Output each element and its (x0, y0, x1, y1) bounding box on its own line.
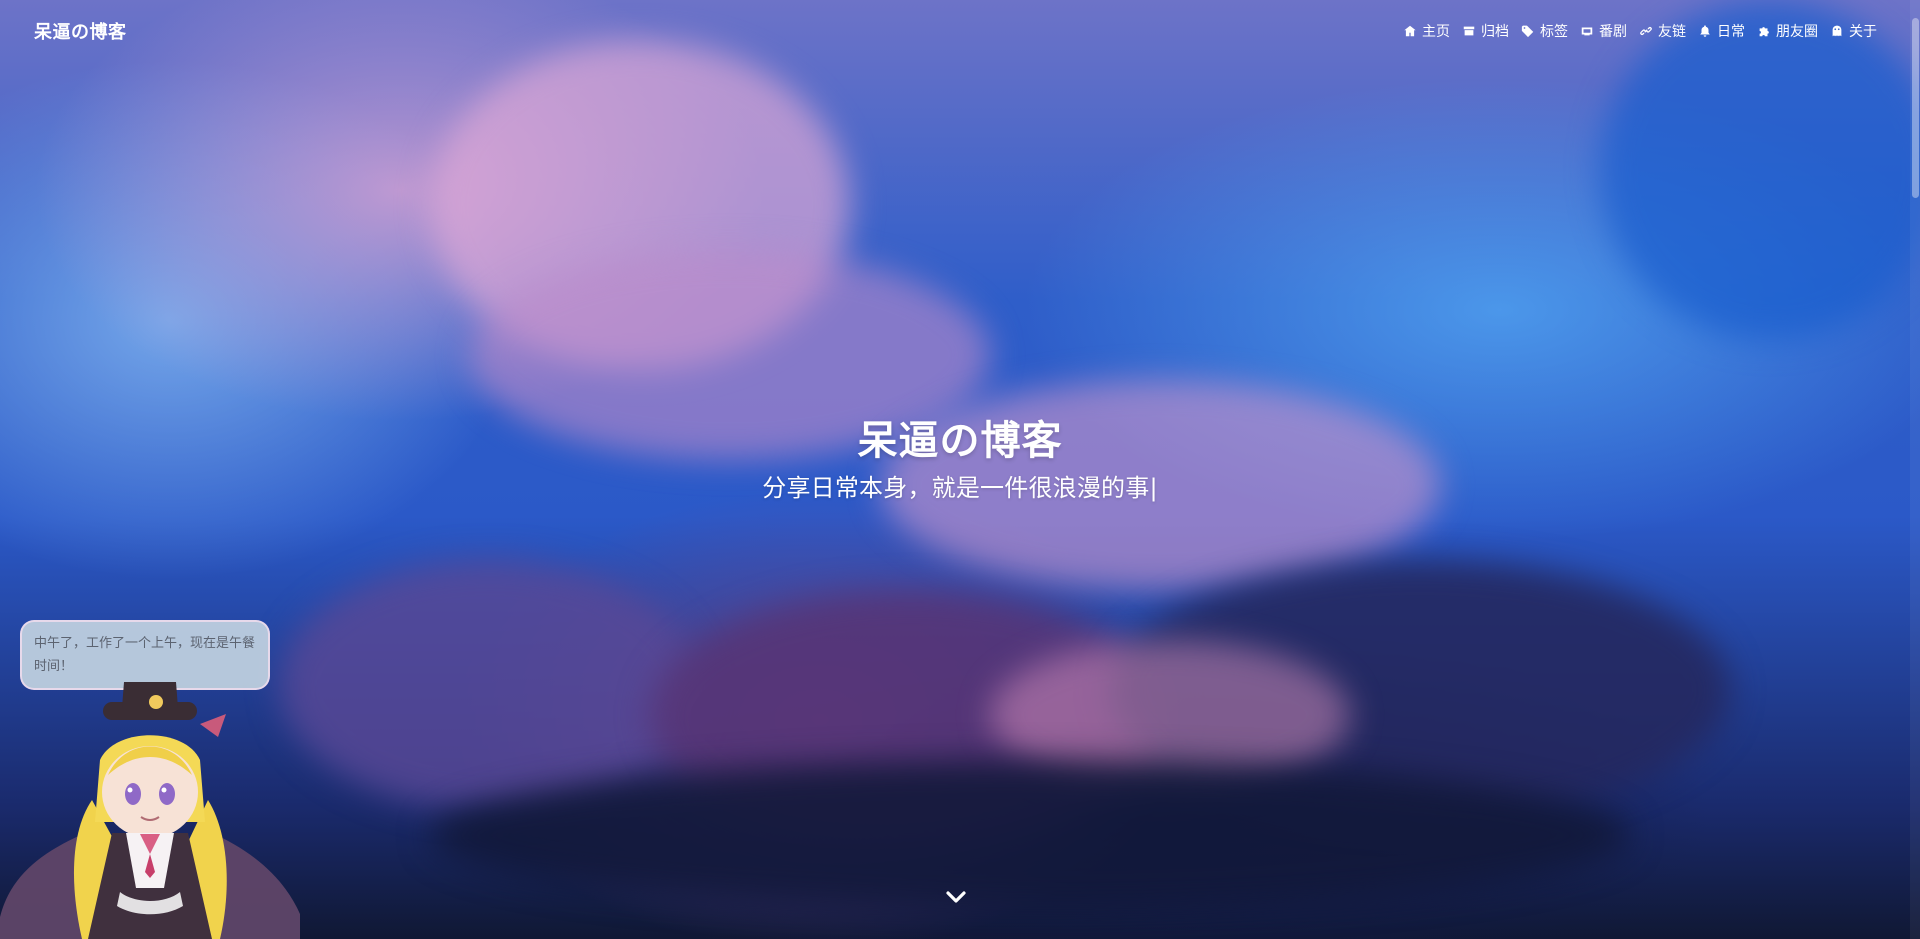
mascot-speech-bubble: 中午了，工作了一个上午，现在是午餐时间！ (20, 620, 270, 690)
nav-archive-label: 归档 (1481, 24, 1509, 40)
nav-daily[interactable]: 日常 (1698, 21, 1745, 41)
vertical-scrollbar[interactable] (1910, 0, 1920, 939)
home-icon (1403, 24, 1417, 38)
chevron-down-icon (946, 891, 966, 903)
nav-tags-label: 标签 (1540, 24, 1568, 40)
mascot-speech-text: 中午了，工作了一个上午，现在是午餐时间！ (34, 636, 256, 674)
nav-about[interactable]: 关于 (1830, 21, 1877, 41)
nav-links-label: 友链 (1658, 24, 1686, 40)
nav-anime-label: 番剧 (1599, 24, 1627, 40)
puzzle-icon (1757, 24, 1771, 38)
archive-icon (1462, 24, 1476, 38)
nav-friends-label: 朋友圈 (1776, 24, 1818, 40)
anime-icon (1580, 24, 1594, 38)
page-subtitle: 分享日常本身，就是一件很浪漫的事| (762, 474, 1158, 502)
top-navbar: 呆逼の博客 主页 归档 标签 番剧 友链 日常 朋友圈 关于 (0, 0, 1920, 62)
cloud-4 (280, 560, 700, 810)
page-title: 呆逼の博客 (857, 418, 1063, 464)
bell-icon (1698, 24, 1712, 38)
mascot-character[interactable] (0, 682, 300, 939)
scroll-down-button[interactable] (945, 888, 967, 906)
nav-friends[interactable]: 朋友圈 (1757, 21, 1818, 41)
nav-anime[interactable]: 番剧 (1580, 21, 1627, 41)
tags-icon (1521, 24, 1535, 38)
nav-about-label: 关于 (1849, 24, 1877, 40)
nav-archive[interactable]: 归档 (1462, 21, 1509, 41)
nav-home[interactable]: 主页 (1403, 21, 1450, 41)
ghost-icon (1830, 24, 1844, 38)
cloud-9 (430, 760, 1630, 910)
nav-home-label: 主页 (1422, 24, 1450, 40)
main-menu: 主页 归档 标签 番剧 友链 日常 朋友圈 关于 (1403, 21, 1877, 41)
nav-daily-label: 日常 (1717, 24, 1745, 40)
link-icon (1639, 24, 1653, 38)
nav-tags[interactable]: 标签 (1521, 21, 1568, 41)
site-brand[interactable]: 呆逼の博客 (34, 18, 127, 44)
nav-links[interactable]: 友链 (1639, 21, 1686, 41)
scrollbar-thumb[interactable] (1912, 18, 1919, 198)
